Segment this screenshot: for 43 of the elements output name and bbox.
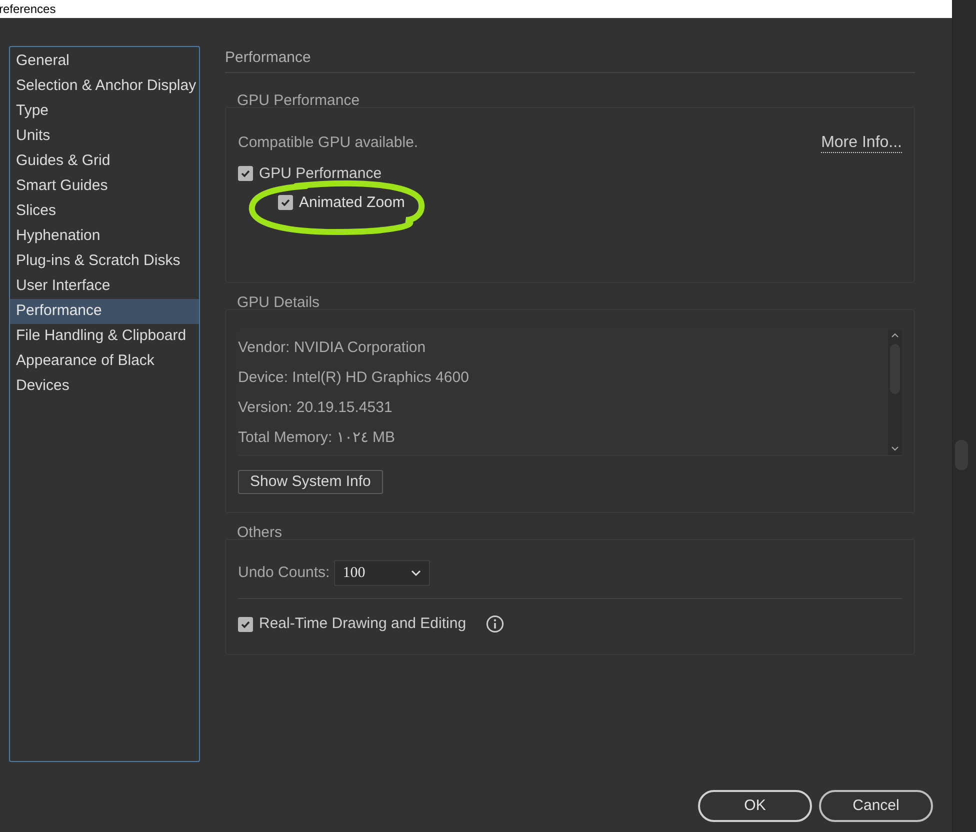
ok-button[interactable]: OK (698, 790, 812, 822)
group-title: GPU Details (236, 293, 321, 313)
category-item[interactable]: General (10, 49, 199, 74)
checkbox-label: Real-Time Drawing and Editing (259, 614, 466, 634)
checkbox-label: GPU Performance (259, 164, 382, 184)
detail-line: Version: 20.19.15.4531 (238, 398, 394, 418)
check-icon (240, 618, 251, 630)
category-item[interactable]: Appearance of Black (10, 349, 199, 374)
category-item[interactable]: Selection & Anchor Display (10, 74, 199, 99)
category-item[interactable]: Devices (10, 374, 199, 399)
detail-line: Total Memory: ١٠٢٤ MB (238, 428, 396, 448)
group-title: Others (236, 523, 284, 543)
check-icon (280, 197, 291, 208)
category-item[interactable]: Smart Guides (10, 174, 199, 199)
checkbox-label: Animated Zoom (299, 192, 405, 212)
category-item[interactable]: Hyphenation (10, 224, 199, 249)
category-item[interactable]: Slices (10, 199, 199, 224)
check-icon (240, 168, 251, 179)
group-title: GPU Performance (236, 91, 361, 111)
undo-dropdown[interactable]: 100 (334, 560, 430, 586)
undo-label: Undo Counts: (238, 562, 330, 583)
category-item[interactable]: Type (10, 99, 199, 124)
info-icon[interactable] (486, 615, 504, 634)
scrollbar[interactable] (888, 330, 902, 455)
category-item[interactable]: Plug-ins & Scratch Disks (10, 249, 199, 274)
category-item[interactable]: Performance (10, 299, 199, 324)
detail-line: Device: Intel(R) HD Graphics 4600 (238, 368, 470, 388)
category-item[interactable]: File Handling & Clipboard (10, 324, 199, 349)
show-system-info-button[interactable]: Show System Info (238, 470, 383, 494)
page-title: Performance (225, 48, 312, 68)
dropdown-value: 100 (342, 564, 366, 583)
category-item[interactable]: User Interface (10, 274, 199, 299)
checkbox[interactable] (238, 166, 253, 181)
more-info-link[interactable]: More Info... (821, 134, 902, 153)
checkbox[interactable] (238, 616, 253, 632)
category-item[interactable]: Units (10, 124, 199, 149)
cancel-button[interactable]: Cancel (819, 790, 933, 822)
window-title: references (0, 2, 56, 16)
category-item[interactable]: Guides & Grid (10, 149, 199, 174)
detail-line: Vendor: NVIDIA Corporation (238, 338, 427, 358)
status-text: Compatible GPU available. (238, 133, 418, 153)
chevron-down-icon (410, 569, 421, 577)
checkbox[interactable] (278, 195, 293, 210)
